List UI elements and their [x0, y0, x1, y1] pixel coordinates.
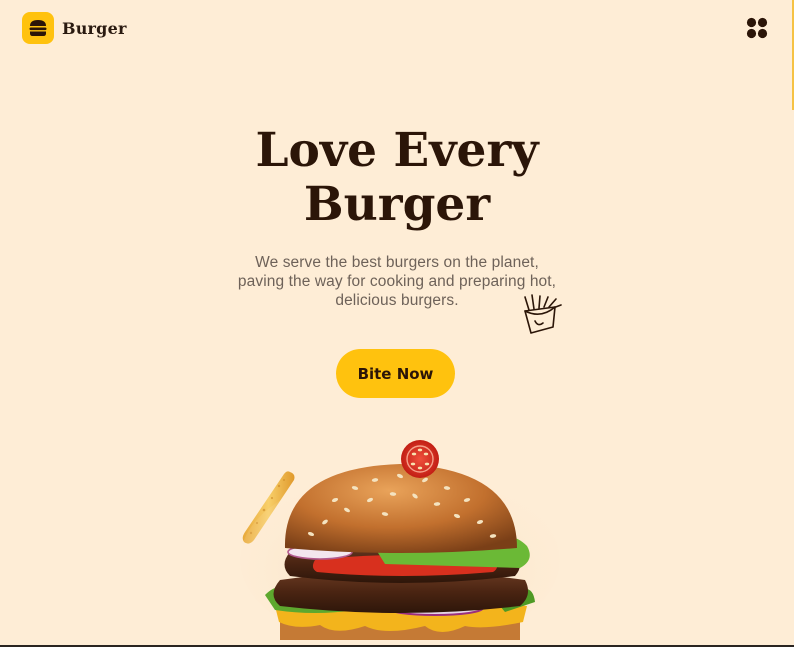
- site-header: Burger: [0, 0, 794, 56]
- burger-icon: [22, 12, 54, 44]
- burger-image: [235, 430, 565, 647]
- brand-name: Burger: [62, 18, 127, 38]
- hero-title: Love Every Burger: [197, 124, 597, 232]
- fries-doodle-icon: [517, 293, 565, 337]
- grid-menu-icon[interactable]: [745, 16, 769, 40]
- hero-title-line-2: Burger: [303, 177, 491, 232]
- hero-subtitle-line-3: delicious burgers.: [335, 292, 459, 309]
- brand-logo-link[interactable]: Burger: [22, 12, 127, 44]
- hero-subtitle-line-2: paving the way for cooking and preparing…: [237, 273, 557, 290]
- hero-subtitle-line-1: We serve the best burgers on the planet,: [255, 254, 539, 271]
- hero-title-line-1: Love Every: [255, 123, 539, 178]
- bite-now-button[interactable]: Bite Now: [336, 349, 455, 398]
